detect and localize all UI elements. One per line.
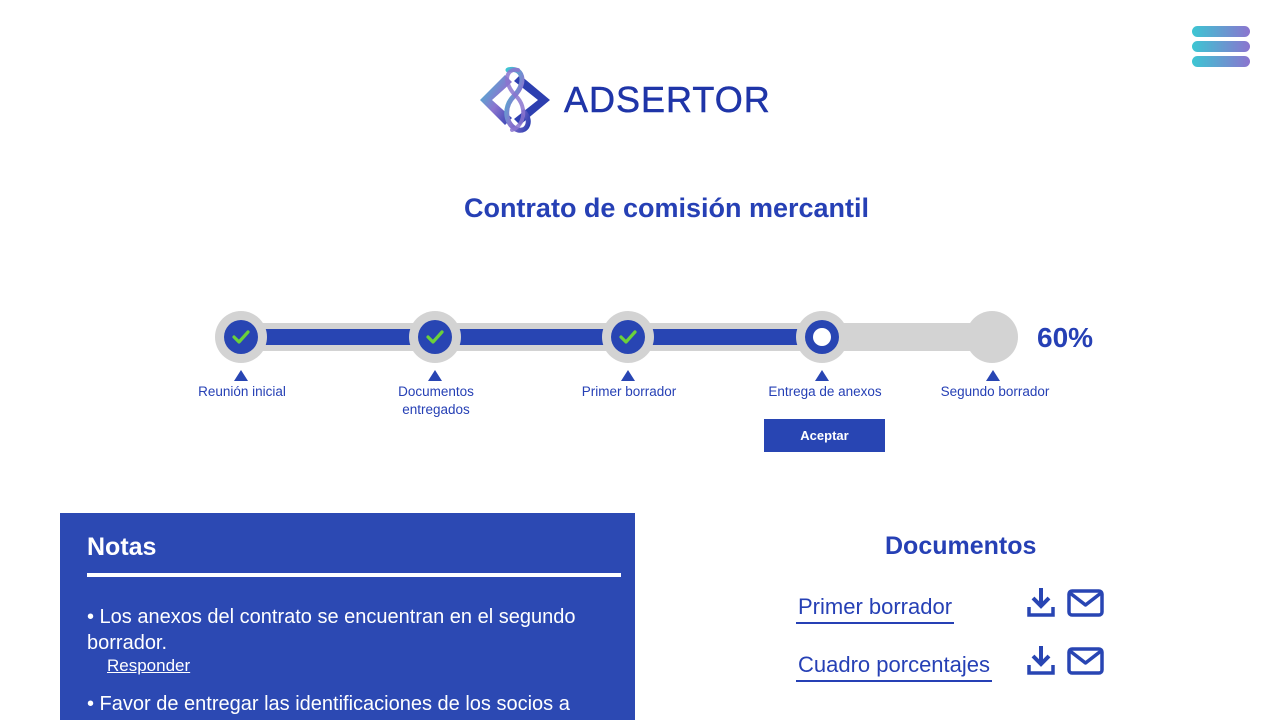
check-icon	[232, 330, 250, 344]
document-link-cuadro-porcentajes[interactable]: Cuadro porcentajes	[796, 652, 993, 682]
progress-percent: 60%	[1037, 322, 1094, 353]
reply-link[interactable]: Responder	[107, 656, 190, 676]
step-label: Reunión inicial	[198, 384, 286, 399]
note-item: • Favor de entregar las identificaciones…	[87, 693, 570, 715]
email-icon[interactable]	[1067, 647, 1104, 675]
download-icon[interactable]	[1026, 644, 1056, 676]
step-node-reunion-inicial[interactable]	[215, 311, 267, 363]
accept-button[interactable]: Aceptar	[764, 419, 885, 452]
step-node-segundo-borrador[interactable]	[966, 311, 1018, 363]
notes-divider	[87, 573, 621, 577]
step-node-entrega-de-anexos[interactable]	[796, 311, 848, 363]
check-icon	[619, 330, 637, 344]
step-node-primer-borrador[interactable]	[602, 311, 654, 363]
step-marker-icon	[815, 370, 829, 381]
download-icon[interactable]	[1026, 586, 1056, 618]
step-marker-icon	[986, 370, 1000, 381]
step-label: Documentos entregados	[398, 384, 474, 417]
step-marker-icon	[621, 370, 635, 381]
step-marker-icon	[428, 370, 442, 381]
step-marker-icon	[234, 370, 248, 381]
step-node-documentos-entregados[interactable]	[409, 311, 461, 363]
document-link-primer-borrador[interactable]: Primer borrador	[796, 594, 955, 624]
notes-panel: Notas • Los anexos del contrato se encue…	[60, 513, 635, 720]
progress-fill	[240, 329, 822, 345]
notes-title: Notas	[87, 533, 157, 561]
step-label: Primer borrador	[581, 384, 677, 399]
check-icon	[426, 330, 444, 344]
step-label: Segundo borrador	[940, 384, 1050, 399]
step-label: Entrega de anexos	[768, 384, 882, 399]
document-row: Primer borrador	[796, 584, 1116, 628]
email-icon[interactable]	[1067, 589, 1104, 617]
progress-tracker: Reunión inicial Documentos entregados Pr…	[0, 0, 1280, 480]
documents-title: Documentos	[885, 532, 1037, 560]
document-row: Cuadro porcentajes	[796, 642, 1116, 686]
current-step-dot	[813, 328, 831, 346]
note-item: • Los anexos del contrato se encuentran …	[87, 606, 576, 654]
